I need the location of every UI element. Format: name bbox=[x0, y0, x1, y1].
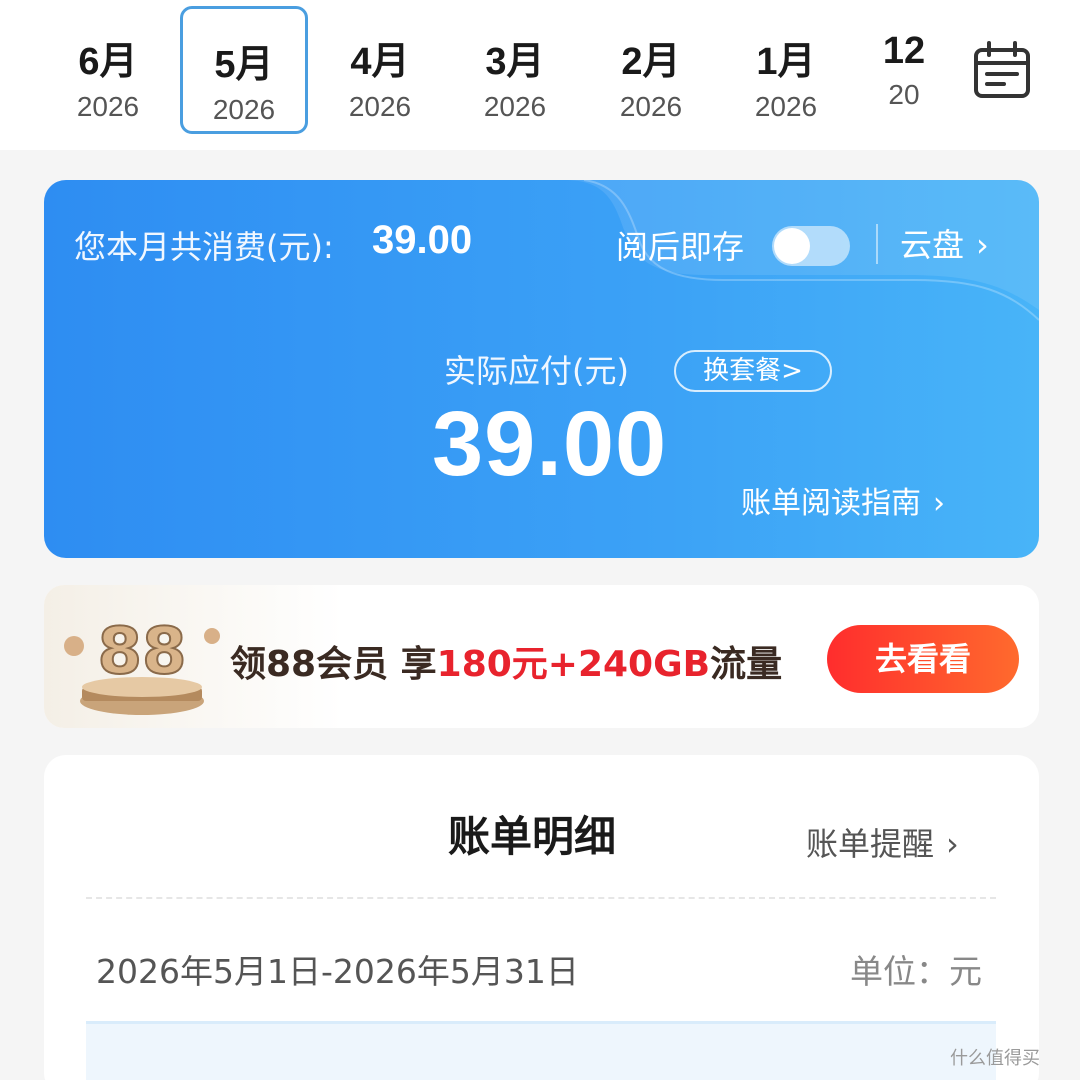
divider bbox=[876, 224, 878, 264]
cloud-drive-link[interactable]: 云盘 › bbox=[900, 220, 989, 266]
month-tabs: 6月 2026 5月 2026 4月 2026 3月 2026 2月 2026 … bbox=[40, 6, 942, 136]
promo-go-button[interactable]: 去看看 bbox=[827, 625, 1019, 693]
month-tab-month: 5月 bbox=[214, 44, 274, 86]
month-tab-4[interactable]: 4月 2026 bbox=[316, 6, 444, 134]
detail-table-header bbox=[86, 1021, 996, 1080]
bill-summary-card: 您本月共消费(元): 39.00 阅后即存 云盘 › 实际应付(元) 换套餐> 3… bbox=[44, 180, 1039, 558]
promo-text-suffix: 流量 bbox=[710, 644, 783, 685]
bill-reminder-label: 账单提醒 bbox=[806, 825, 935, 863]
toggle-knob bbox=[774, 228, 810, 264]
bill-guide-label: 账单阅读指南 bbox=[741, 486, 921, 521]
month-tab-year: 20 bbox=[888, 79, 920, 110]
strip-fade bbox=[930, 0, 950, 140]
month-tab-year: 2026 bbox=[754, 91, 818, 122]
month-tab-year: 2026 bbox=[348, 91, 412, 122]
promo-banner[interactable]: 88 领88会员 享180元+240GB流量 去看看 bbox=[44, 585, 1039, 728]
cloud-drive-label: 云盘 bbox=[900, 226, 965, 264]
month-tab-month: 3月 bbox=[485, 41, 545, 83]
billing-period: 2026年5月1日-2026年5月31日 bbox=[96, 952, 579, 991]
month-tab-month: 4月 bbox=[350, 41, 410, 83]
month-tab-year: 2026 bbox=[619, 91, 683, 122]
month-tab-5[interactable]: 5月 2026 bbox=[180, 6, 308, 134]
membership-88-badge: 88 bbox=[64, 614, 220, 715]
chevron-right-icon: › bbox=[946, 825, 959, 863]
save-after-read-label: 阅后即存 bbox=[616, 228, 745, 266]
month-tab-month: 1月 bbox=[756, 41, 816, 83]
badge-88-text: 88 bbox=[97, 615, 186, 689]
monthly-total-label: 您本月共消费(元): bbox=[74, 228, 334, 266]
bill-reminder-link[interactable]: 账单提醒 › bbox=[806, 819, 959, 865]
monthly-total-value: 39.00 bbox=[372, 218, 473, 262]
month-tab-6[interactable]: 6月 2026 bbox=[44, 6, 172, 134]
month-tab-12[interactable]: 12 20 bbox=[840, 6, 942, 134]
dashed-divider bbox=[86, 897, 996, 899]
promo-text-prefix: 领88会员 享 bbox=[230, 644, 437, 685]
bill-guide-link[interactable]: 账单阅读指南 › bbox=[741, 478, 945, 522]
chevron-right-icon: › bbox=[976, 226, 989, 264]
change-plan-button[interactable]: 换套餐> bbox=[674, 350, 832, 392]
month-tab-year: 2026 bbox=[483, 91, 547, 122]
save-after-read-toggle[interactable] bbox=[772, 226, 850, 266]
month-tab-1[interactable]: 1月 2026 bbox=[722, 6, 850, 134]
watermark: 什么值得买 bbox=[950, 1048, 1040, 1069]
currency-unit: 单位：元 bbox=[850, 952, 982, 991]
month-selector-bar: 6月 2026 5月 2026 4月 2026 3月 2026 2月 2026 … bbox=[0, 0, 1080, 150]
month-tab-year: 2026 bbox=[76, 91, 140, 122]
month-tab-month: 2月 bbox=[621, 41, 681, 83]
month-tab-month: 6月 bbox=[78, 41, 138, 83]
chevron-right-icon: › bbox=[933, 486, 945, 521]
promo-text: 领88会员 享180元+240GB流量 bbox=[230, 635, 782, 687]
month-tab-year: 2026 bbox=[212, 94, 276, 125]
month-tab-2[interactable]: 2月 2026 bbox=[587, 6, 715, 134]
promo-text-highlight: 180元+240GB bbox=[436, 644, 711, 685]
month-tab-month: 12 bbox=[882, 30, 926, 72]
bill-detail-title: 账单明细 bbox=[448, 812, 617, 861]
payable-label: 实际应付(元) bbox=[444, 352, 629, 390]
payable-amount: 39.00 bbox=[432, 393, 668, 495]
calendar-icon[interactable] bbox=[972, 40, 1032, 100]
bill-detail-card: 账单明细 账单提醒 › 2026年5月1日-2026年5月31日 单位：元 bbox=[44, 755, 1039, 1080]
month-tab-3[interactable]: 3月 2026 bbox=[451, 6, 579, 134]
